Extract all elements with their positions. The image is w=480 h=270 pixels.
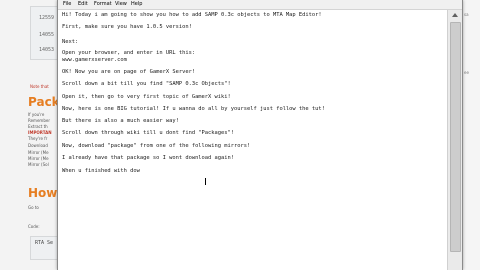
text-line-10: But there is also a much easier way! — [62, 118, 179, 124]
webpage-line-5: They're fr — [28, 136, 48, 141]
webpage-right-column: sa ee — [462, 0, 480, 270]
text-line-9: Now, here is one BIG tutorial! If u wann… — [62, 106, 325, 112]
menu-help[interactable]: Help — [131, 1, 142, 7]
text-line-4: Open your browser, and enter in URL this… — [62, 50, 196, 56]
text-line-3: Next: — [62, 39, 79, 45]
text-line-5: www.gamerxserver.com — [62, 57, 127, 63]
webpage-line-2: Remember — [28, 118, 50, 123]
menu-file[interactable]: File — [63, 1, 71, 7]
webpage-note: Note that — [30, 84, 49, 89]
text-line-11: Scroll down through wiki till u dont fin… — [62, 130, 235, 136]
code-line-2: 14055 — [39, 32, 55, 38]
webpage-mirror-link-1[interactable]: Mirror (Me — [28, 150, 49, 155]
text-line-6: OK! Now you are on page of GamerX Server… — [62, 69, 196, 75]
code-line-3: 14053 — [39, 47, 55, 53]
text-line-1: Hi! Today i am going to show you how to … — [62, 12, 322, 18]
text-line-7: Scroll down a bit till you find "SAMP 0.… — [62, 81, 231, 87]
text-line-2: First, make sure you have 1.0.5 version! — [62, 24, 192, 30]
text-line-14: When u finished with dow — [62, 168, 140, 174]
right-label-2: ee — [464, 70, 469, 75]
right-label-1: sa — [464, 12, 469, 17]
webpage-line-3: Extract th — [28, 124, 48, 129]
menu-bar: File Edit Format View Help — [58, 0, 462, 10]
scrollbar-thumb[interactable] — [450, 22, 461, 252]
webpage-mirror-link-3[interactable]: Mirror (Sol — [28, 162, 49, 167]
code-text: RTA Se — [35, 240, 54, 246]
webpage-line-1: If you're — [28, 112, 45, 117]
code-line-1: 12559 — [39, 15, 55, 21]
text-editor-area[interactable]: Hi! Today i am going to show you how to … — [59, 10, 446, 270]
text-line-12: Now, download "package" from one of the … — [62, 143, 251, 149]
text-line-8: Open it, then go to very first topic of … — [62, 94, 231, 100]
webpage-line-important: IMPORTAN — [28, 130, 52, 135]
menu-format[interactable]: Format — [94, 1, 112, 7]
webpage-line-download[interactable]: Download — [28, 143, 48, 148]
vertical-scrollbar[interactable] — [447, 10, 462, 270]
scroll-up-arrow-icon[interactable] — [452, 13, 458, 17]
text-line-13: I already have that package so I wont do… — [62, 155, 235, 161]
text-cursor — [205, 178, 206, 185]
webpage-go-to: Go to — [28, 205, 39, 210]
menu-edit[interactable]: Edit — [78, 1, 88, 7]
menu-view[interactable]: View — [115, 1, 127, 7]
webpage-mirror-link-2[interactable]: Mirror (Me — [28, 156, 49, 161]
webpage-code-label: Code: — [28, 224, 40, 229]
notepad-window: File Edit Format View Help Hi! Today i a… — [57, 0, 463, 270]
